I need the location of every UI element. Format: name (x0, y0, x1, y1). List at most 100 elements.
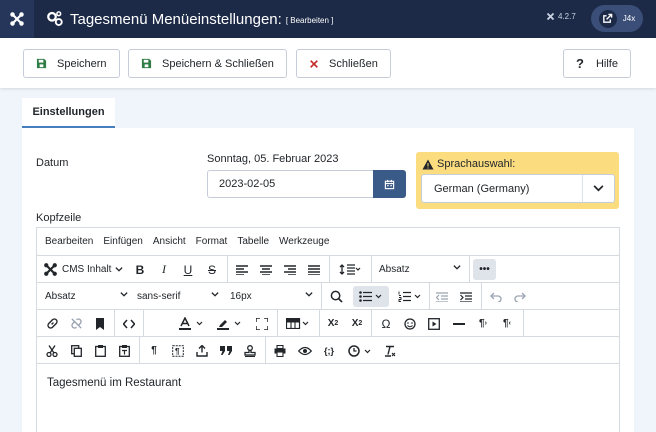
link-icon (46, 318, 58, 329)
undo-button[interactable] (489, 286, 503, 307)
insert-datetime-button[interactable] (345, 340, 377, 361)
line-height-icon (339, 264, 361, 275)
template-button[interactable]: {;} (321, 340, 337, 361)
source-code-button[interactable] (121, 313, 137, 334)
save-icon (36, 58, 47, 69)
ltr-button[interactable]: ¶ › (475, 313, 491, 334)
line-height-dropdown[interactable] (335, 259, 365, 280)
app-header: Tagesmenü Menüeinstellungen: [ Bearbeite… (0, 0, 656, 38)
menu-view[interactable]: Ansicht (153, 236, 186, 247)
align-center-button[interactable] (259, 259, 273, 280)
highlight-icon (217, 320, 241, 330)
rtl-button[interactable]: ¶ ‹ (499, 313, 515, 334)
tab-settings[interactable]: Einstellungen (22, 98, 115, 128)
superscript-button[interactable]: X2 (349, 313, 365, 334)
more-button[interactable]: ••• (473, 259, 496, 280)
align-right-button[interactable] (283, 259, 297, 280)
fullscreen-button[interactable] (255, 313, 269, 334)
close-button-label: Schließen (329, 57, 378, 70)
help-button[interactable]: ? Hilfe (563, 49, 631, 78)
block-format-dropdown-2[interactable]: Absatz (45, 286, 129, 307)
editor-content-area[interactable]: Tagesmenü im Restaurant (37, 363, 619, 432)
joomla-logo[interactable] (0, 0, 34, 38)
justify-button[interactable] (307, 259, 321, 280)
menu-format[interactable]: Format (196, 236, 228, 247)
text-color-button[interactable] (175, 313, 209, 334)
blockquote-button[interactable] (219, 340, 233, 361)
special-char-button[interactable]: Ω (379, 313, 393, 334)
menu-insert[interactable]: Einfügen (103, 236, 142, 247)
external-link-icon (598, 9, 617, 28)
emoticons-button[interactable] (403, 313, 417, 334)
save-button[interactable]: Speichern (23, 49, 120, 78)
date-field[interactable]: 2023-02-05 (207, 170, 374, 198)
print-button[interactable] (273, 340, 287, 361)
media-button[interactable] (427, 313, 441, 334)
paste-text-button[interactable] (117, 340, 131, 361)
code-icon (123, 319, 135, 328)
preview-button[interactable] (297, 340, 313, 361)
menu-table[interactable]: Tabelle (237, 236, 269, 247)
font-size-dropdown[interactable]: 16px (230, 286, 314, 307)
clear-formatting-button[interactable] (383, 340, 397, 361)
upload-button[interactable] (195, 340, 209, 361)
stamp-icon (244, 344, 256, 357)
save-icon (141, 58, 152, 69)
media-icon (428, 317, 440, 330)
close-button[interactable]: Schließen (296, 49, 391, 78)
outdent-icon (436, 291, 448, 302)
align-left-button[interactable] (235, 259, 249, 280)
numbered-list-button[interactable] (393, 286, 427, 307)
font-family-dropdown[interactable]: sans-serif (137, 286, 221, 307)
table-button[interactable] (283, 313, 313, 334)
justify-icon (308, 264, 320, 275)
user-menu-button[interactable]: J4x (591, 5, 643, 32)
highlight-color-button[interactable] (213, 313, 247, 334)
cms-content-label: CMS Inhalt (62, 264, 112, 275)
cms-content-dropdown[interactable]: CMS Inhalt (42, 259, 124, 280)
indent-button[interactable] (459, 286, 473, 307)
chevron-down-icon (582, 175, 614, 202)
stamp-button[interactable] (243, 340, 257, 361)
chevron-down-icon (120, 292, 128, 297)
editor-toolbar-row-4: ¶ ¶ {;} (37, 336, 619, 364)
paste-button[interactable] (93, 340, 107, 361)
menu-tools[interactable]: Werkzeuge (279, 236, 329, 247)
menu-edit[interactable]: Bearbeiten (45, 236, 93, 247)
strikethrough-button[interactable]: S (205, 259, 219, 280)
outdent-button[interactable] (435, 286, 449, 307)
cut-button[interactable] (45, 340, 59, 361)
bold-button[interactable]: B (133, 259, 147, 280)
language-selector-box: Sprachauswahl: German (Germany) (416, 152, 619, 209)
calendar-icon (384, 179, 395, 189)
visual-chars-button[interactable]: ¶ (171, 340, 185, 361)
save-close-button[interactable]: Speichern & Schließen (128, 49, 287, 78)
bookmark-button[interactable] (93, 313, 107, 334)
unlink-button[interactable] (69, 313, 83, 334)
language-select[interactable]: German (Germany) (421, 174, 615, 203)
joomla-small-icon (546, 12, 555, 21)
save-close-button-label: Speichern & Schließen (162, 57, 274, 70)
horizontal-rule-button[interactable] (451, 313, 467, 334)
bullet-list-button[interactable] (353, 286, 389, 307)
unlink-icon (70, 318, 82, 329)
question-icon: ? (576, 56, 584, 71)
underline-button[interactable]: U (181, 259, 195, 280)
numbered-list-icon (398, 291, 421, 302)
search-button[interactable] (328, 286, 344, 307)
link-button[interactable] (45, 313, 59, 334)
scissors-icon (46, 344, 58, 357)
chevron-down-icon (211, 292, 219, 297)
warning-icon (422, 159, 434, 169)
copy-button[interactable] (69, 340, 83, 361)
editor-menubar: Bearbeiten Einfügen Ansicht Format Tabel… (37, 228, 619, 255)
editor-toolbar-row-3: X2 X2 Ω ¶ › ¶ ‹ (37, 309, 619, 337)
show-blocks-button[interactable]: ¶ (147, 340, 161, 361)
action-toolbar: Speichern Speichern & Schließen Schließe… (0, 38, 656, 88)
redo-button[interactable] (513, 286, 527, 307)
calendar-button[interactable] (373, 170, 406, 198)
align-left-icon (236, 264, 248, 275)
search-icon (330, 290, 343, 303)
subscript-button[interactable]: X2 (325, 313, 341, 334)
italic-button[interactable]: I (157, 259, 171, 280)
